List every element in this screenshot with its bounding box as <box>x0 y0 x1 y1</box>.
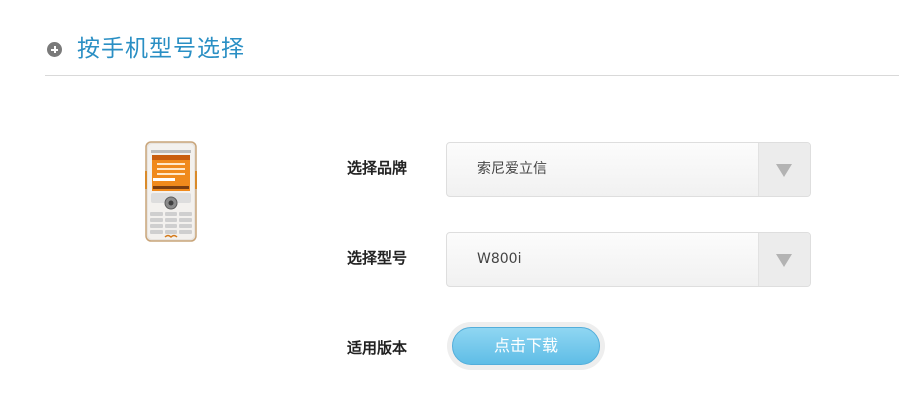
phone-model-selector: 按手机型号选择 选择品牌 索尼爱立信 选择型号 W800i 适用版本 点击下载 <box>0 0 899 401</box>
brand-label: 选择品牌 <box>347 159 408 177</box>
version-label: 适用版本 <box>347 339 408 357</box>
triangle-down-icon <box>776 164 792 177</box>
download-button-frame: 点击下载 <box>447 322 605 370</box>
model-label: 选择型号 <box>347 249 408 267</box>
plus-circle-icon <box>47 42 62 57</box>
mobile-phone-image <box>145 141 197 242</box>
brand-select[interactable]: 索尼爱立信 <box>446 142 811 197</box>
brand-select-value: 索尼爱立信 <box>477 161 547 177</box>
model-dropdown-toggle[interactable] <box>758 233 810 286</box>
brand-dropdown-toggle[interactable] <box>758 143 810 196</box>
model-select-value: W800i <box>477 251 522 267</box>
model-select[interactable]: W800i <box>446 232 811 287</box>
page-title: 按手机型号选择 <box>77 36 245 62</box>
triangle-down-icon <box>776 254 792 267</box>
header-divider <box>45 75 899 76</box>
download-button[interactable]: 点击下载 <box>452 327 600 365</box>
